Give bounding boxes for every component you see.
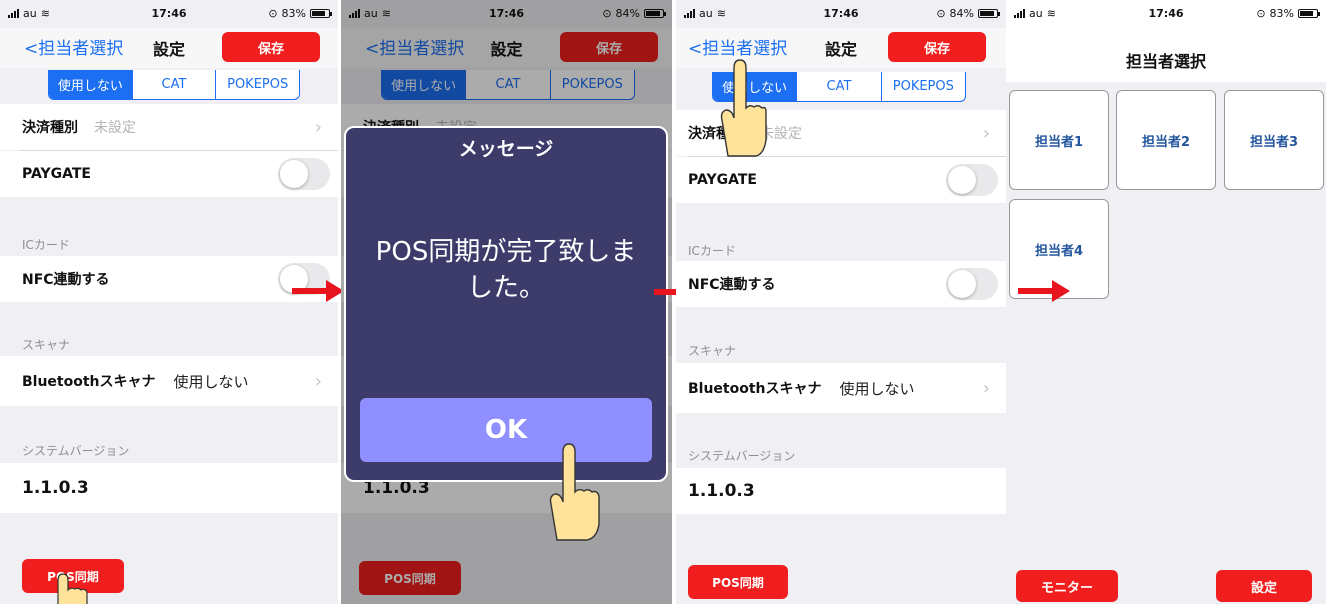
- bluetooth-value: 使用しない: [839, 379, 915, 398]
- staff-tile-1[interactable]: 担当者1: [1009, 90, 1109, 190]
- chevron-right-icon: ›: [314, 116, 322, 138]
- right-arrow-icon: [1018, 280, 1070, 302]
- carrier-label: au: [699, 6, 713, 20]
- nav-bar: <担当者選択 設定 保存: [0, 28, 338, 68]
- paygate-label: PAYGATE: [688, 172, 757, 188]
- signal-icon: [684, 8, 695, 18]
- version-value: 1.1.0.3: [22, 478, 89, 498]
- chevron-right-icon: ›: [982, 377, 990, 399]
- chevron-right-icon: ›: [314, 370, 322, 392]
- message-dialog: メッセージ POS同期が完了致しま した。 OK: [344, 126, 668, 482]
- status-time: 17:46: [151, 6, 187, 20]
- nfc-label: NFC連動する: [22, 272, 110, 288]
- carrier-label: au: [1029, 6, 1043, 20]
- status-time: 17:46: [1148, 6, 1184, 20]
- payment-type-value: 未設定: [94, 120, 136, 136]
- paygate-row: PAYGATE: [676, 157, 1006, 203]
- payment-type-label: 決済種別: [22, 120, 78, 136]
- version-row: 1.1.0.3: [676, 468, 1006, 514]
- segment-cat[interactable]: CAT: [133, 70, 217, 99]
- pos-sync-button[interactable]: POS同期: [688, 565, 788, 599]
- version-section-header: システムバージョン: [688, 449, 796, 463]
- segment-cat[interactable]: CAT: [797, 72, 882, 101]
- staff-tile-2[interactable]: 担当者2: [1116, 90, 1216, 190]
- lock-rotation-icon: ⊙: [936, 6, 946, 20]
- settings-screen-3: au ≋ 17:46 ⊙ 84% <担当者選択 設定 保存 使用しない CAT …: [676, 0, 1006, 604]
- staff-tile-3[interactable]: 担当者3: [1224, 90, 1324, 190]
- wifi-icon: ≋: [40, 6, 50, 20]
- bluetooth-scanner-row[interactable]: Bluetoothスキャナ 使用しない ›: [676, 363, 1006, 413]
- dialog-title: メッセージ: [458, 138, 554, 160]
- battery-percent: 83%: [1269, 6, 1294, 20]
- scanner-section-header: スキャナ: [22, 338, 71, 352]
- payment-segmented-control: 使用しない CAT POKEPOS: [48, 70, 300, 100]
- battery-icon: [1298, 8, 1320, 18]
- nfc-row: NFC連動する: [0, 256, 338, 302]
- ic-card-section-header: ICカード: [22, 238, 70, 252]
- monitor-button[interactable]: モニター: [1016, 570, 1118, 602]
- segment-pokepos[interactable]: POKEPOS: [216, 70, 299, 99]
- ic-card-section-header: ICカード: [688, 244, 736, 258]
- paygate-label: PAYGATE: [22, 166, 91, 182]
- version-value: 1.1.0.3: [688, 481, 755, 501]
- pointing-hand-icon: [57, 573, 88, 604]
- lock-rotation-icon: ⊙: [268, 6, 278, 20]
- paygate-toggle[interactable]: [946, 164, 998, 196]
- chevron-right-icon: ›: [982, 122, 990, 144]
- version-row: 1.1.0.3: [0, 463, 338, 513]
- right-arrow-icon: [292, 280, 344, 302]
- payment-type-row[interactable]: 決済種別 未設定 ›: [0, 104, 338, 150]
- wifi-icon: ≋: [1046, 6, 1056, 20]
- battery-percent: 84%: [949, 6, 974, 20]
- status-bar: au ≋ 17:46 ⊙ 83%: [0, 0, 338, 26]
- status-bar: au ≋ 17:46 ⊙ 83%: [1006, 0, 1326, 26]
- signal-icon: [1014, 8, 1025, 18]
- pointing-hand-icon: [720, 59, 767, 157]
- pointing-hand-icon: [549, 443, 600, 541]
- segment-none[interactable]: 使用しない: [49, 70, 133, 99]
- battery-icon: [310, 8, 332, 18]
- dialog-message-line1: POS同期が完了致しま: [375, 237, 637, 267]
- status-time: 17:46: [823, 6, 859, 20]
- paygate-row: PAYGATE: [0, 151, 338, 197]
- settings-screen-dialog: au ≋ 17:46 ⊙ 84% <担当者選択 設定 保存 使用しない CAT …: [341, 0, 672, 604]
- save-button[interactable]: 保存: [222, 32, 320, 62]
- bluetooth-label: Bluetoothスキャナ: [688, 381, 822, 397]
- carrier-label: au: [23, 6, 37, 20]
- paygate-toggle[interactable]: [278, 158, 330, 190]
- nfc-toggle[interactable]: [946, 268, 998, 300]
- wifi-icon: ≋: [716, 6, 726, 20]
- page-title: 担当者選択: [1125, 52, 1206, 71]
- signal-icon: [8, 8, 19, 18]
- battery-icon: [978, 8, 1000, 18]
- nfc-label: NFC連動する: [688, 277, 776, 293]
- version-section-header: システムバージョン: [22, 444, 130, 458]
- save-button[interactable]: 保存: [888, 32, 986, 62]
- dialog-message-line2: した。: [466, 273, 545, 303]
- status-bar: au ≋ 17:46 ⊙ 84%: [676, 0, 1006, 26]
- battery-percent: 83%: [281, 6, 306, 20]
- dialog-ok-button[interactable]: OK: [360, 398, 652, 462]
- bluetooth-scanner-row[interactable]: Bluetoothスキャナ 使用しない ›: [0, 356, 338, 406]
- scanner-section-header: スキャナ: [688, 344, 737, 358]
- segment-pokepos[interactable]: POKEPOS: [882, 72, 965, 101]
- bluetooth-value: 使用しない: [173, 372, 249, 391]
- settings-screen-1: au ≋ 17:46 ⊙ 83% <担当者選択 設定 保存 使用しない CAT …: [0, 0, 338, 604]
- dialog-message: POS同期が完了致しま した。: [352, 234, 660, 306]
- nfc-row: NFC連動する: [676, 261, 1006, 307]
- lock-rotation-icon: ⊙: [1256, 6, 1266, 20]
- bluetooth-label: Bluetoothスキャナ: [22, 374, 156, 390]
- settings-button[interactable]: 設定: [1216, 570, 1312, 602]
